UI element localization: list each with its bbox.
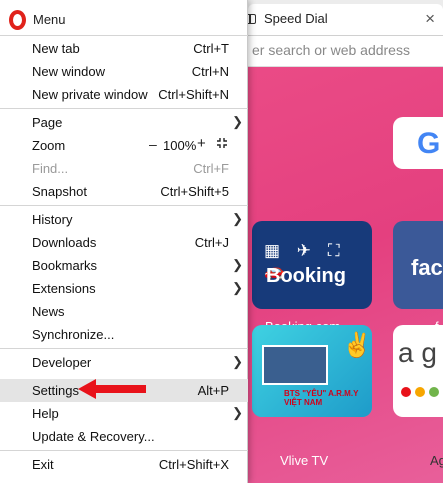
menu-item-shortcut: Alt+P <box>197 383 229 398</box>
zoom-out-button[interactable]: – <box>149 136 157 152</box>
menu-divider <box>0 348 248 349</box>
tile-google[interactable]: G <box>393 117 443 169</box>
menu-item-help[interactable]: Help ❯ <box>0 402 248 425</box>
opera-logo-icon <box>9 10 26 30</box>
chevron-right-icon: ❯ <box>232 405 243 420</box>
vlive-logo: ✌ <box>342 332 372 359</box>
menu-item-label: New window <box>32 64 105 79</box>
tile-vlive-label: Vlive TV <box>280 453 329 468</box>
address-placeholder: er search or web address <box>252 42 410 58</box>
menu-item-label: New private window <box>32 87 148 102</box>
menu-item-shortcut: Ctrl+J <box>194 235 229 250</box>
tile-agoda-label: Ag <box>430 453 443 468</box>
menu-item-snapshot[interactable]: Snapshot Ctrl+Shift+5 <box>0 180 248 203</box>
menu-item-zoom: Zoom – 100% + <box>0 134 248 157</box>
menu-item-developer[interactable]: Developer ❯ <box>0 351 248 374</box>
menu-item-new-tab[interactable]: New tab Ctrl+T <box>0 37 248 60</box>
menu-item-label: Developer <box>32 355 92 370</box>
agoda-logo: a g <box>398 337 437 368</box>
google-logo: G <box>417 127 441 160</box>
menu-item-history[interactable]: History ❯ <box>0 208 248 231</box>
menu-item-shortcut: Ctrl+Shift+N <box>158 87 229 102</box>
menu-item-page[interactable]: Page ❯ <box>0 111 248 134</box>
menu-item-label: Synchronize... <box>32 327 115 342</box>
tile-agoda[interactable]: a g <box>393 325 443 417</box>
menu-divider <box>0 450 248 451</box>
speed-dial: G ▦ ✈ ⛶ 🚗 Booking Booking.com fac f ✌ BT… <box>240 67 443 483</box>
chevron-right-icon: ❯ <box>232 211 243 226</box>
menu-item-label: Update & Recovery... <box>32 429 155 444</box>
agoda-dot <box>401 387 411 397</box>
chevron-right-icon: ❯ <box>232 354 243 369</box>
agoda-dot <box>429 387 439 397</box>
menu-item-shortcut: Ctrl+Shift+X <box>158 457 229 472</box>
menu-item-update-recovery[interactable]: Update & Recovery... <box>0 425 248 448</box>
booking-logo: Booking <box>266 265 346 287</box>
menu-item-label: Bookmarks <box>32 258 98 273</box>
menu-item-extensions[interactable]: Extensions ❯ <box>0 277 248 300</box>
chevron-right-icon: ❯ <box>232 257 243 272</box>
menu-divider <box>0 108 248 109</box>
facebook-logo: fac <box>411 255 443 280</box>
menu-item-new-window[interactable]: New window Ctrl+N <box>0 60 248 83</box>
menu-item-label: Extensions <box>32 281 96 296</box>
menu-divider <box>0 35 248 36</box>
tile-vlive[interactable]: ✌ BTS "YÊU" A.R.M.Y VIỆT NAM <box>252 325 372 417</box>
address-bar[interactable]: er search or web address <box>240 36 443 67</box>
menu-item-label: Settings <box>32 383 79 398</box>
menu-item-label: Zoom <box>32 138 66 153</box>
menu-title: Menu <box>33 12 66 27</box>
zoom-level: 100% <box>163 138 197 153</box>
menu-item-bookmarks[interactable]: Bookmarks ❯ <box>0 254 248 277</box>
menu-item-label: Page <box>32 115 63 130</box>
fullscreen-icon[interactable] <box>216 137 228 149</box>
menu-item-label: New tab <box>32 41 80 56</box>
close-icon[interactable]: × <box>425 9 435 29</box>
vlive-caption: BTS "YÊU" A.R.M.Y VIỆT NAM <box>284 389 359 407</box>
zoom-in-button[interactable]: + <box>197 135 206 152</box>
red-arrow-annotation-icon <box>78 379 146 399</box>
tile-facebook[interactable]: fac <box>393 221 443 309</box>
menu-item-downloads[interactable]: Downloads Ctrl+J <box>0 231 248 254</box>
agoda-dot <box>415 387 425 397</box>
tab-speed-dial[interactable]: Speed Dial × <box>244 4 443 35</box>
menu-header[interactable]: Menu <box>0 0 248 36</box>
tab-bar: Speed Dial × <box>240 0 443 36</box>
menu-item-shortcut: Ctrl+Shift+5 <box>160 184 229 199</box>
menu-item-label: Downloads <box>32 235 97 250</box>
chevron-right-icon: ❯ <box>232 280 243 295</box>
tab-title: Speed Dial <box>264 11 328 26</box>
vlive-photo <box>262 345 328 385</box>
opera-menu: Menu New tab Ctrl+T New window Ctrl+N Ne… <box>0 0 248 483</box>
menu-divider <box>0 205 248 206</box>
tile-booking[interactable]: ▦ ✈ ⛶ 🚗 Booking <box>252 221 372 309</box>
menu-item-label: Help <box>32 406 59 421</box>
menu-item-news[interactable]: News <box>0 300 248 323</box>
menu-item-label: History <box>32 212 73 227</box>
chevron-right-icon: ❯ <box>232 114 243 129</box>
menu-item-shortcut: Ctrl+N <box>191 64 229 79</box>
menu-item-label: News <box>32 304 65 319</box>
menu-item-label: Find... <box>32 161 69 176</box>
menu-item-label: Snapshot <box>32 184 87 199</box>
menu-item-synchronize[interactable]: Synchronize... <box>0 323 248 346</box>
menu-item-shortcut: Ctrl+T <box>193 41 229 56</box>
menu-item-exit[interactable]: Exit Ctrl+Shift+X <box>0 453 248 476</box>
menu-item-shortcut: Ctrl+F <box>193 161 229 176</box>
menu-item-label: Exit <box>32 457 54 472</box>
menu-item-find[interactable]: Find... Ctrl+F <box>0 157 248 180</box>
menu-item-new-private-window[interactable]: New private window Ctrl+Shift+N <box>0 83 248 106</box>
